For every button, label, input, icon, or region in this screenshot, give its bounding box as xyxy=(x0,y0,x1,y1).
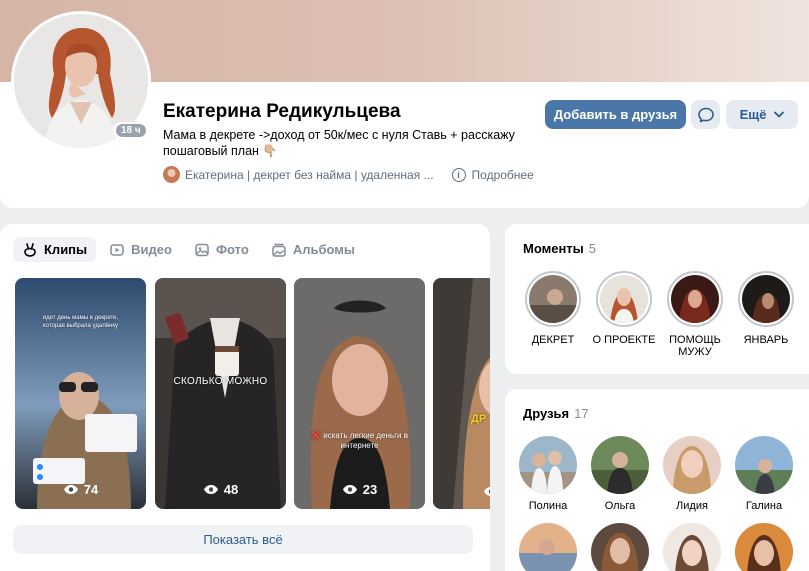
moment-item[interactable]: ПОМОЩЬ МУЖУ xyxy=(660,271,730,358)
clip-caption: ДР xyxy=(471,413,487,425)
media-tabs: Клипы Видео Фото Альбомы xyxy=(13,237,368,262)
clip-caption: идет день мамы в декрете, которая выбрал… xyxy=(42,315,119,329)
chevron-down-icon xyxy=(774,111,785,118)
moment-item[interactable]: ДЕКРЕТ xyxy=(518,271,588,346)
tab-albums[interactable]: Альбомы xyxy=(262,237,364,262)
moments-section: Моменты 5 ДЕКРЕТ О ПРОЕКТЕ ПОМОЩЬ МУЖУ ЯН… xyxy=(505,224,809,374)
friend-item[interactable] xyxy=(661,523,723,571)
friend-avatar xyxy=(519,523,577,571)
add-friend-button[interactable]: Добавить в друзья xyxy=(545,100,686,129)
moment-label: ДЕКРЕТ xyxy=(531,334,575,346)
community-avatar xyxy=(163,166,180,183)
video-icon xyxy=(110,243,124,256)
clip-views: 74 xyxy=(15,482,146,497)
friend-name: Лидия xyxy=(676,500,708,512)
clip-views: 48 xyxy=(155,482,286,497)
message-button[interactable] xyxy=(691,100,720,129)
eye-icon xyxy=(484,487,490,496)
moment-label: О ПРОЕКТЕ xyxy=(592,334,656,346)
clip-caption: ❌ искать легкие деньги в интернете xyxy=(311,431,408,450)
more-dropdown-button[interactable]: Ещё xyxy=(726,100,798,129)
online-status-badge: 18 ч xyxy=(113,122,149,139)
profile-name: Екатерина Редикульцева xyxy=(163,101,401,122)
tab-video[interactable]: Видео xyxy=(100,237,181,262)
profile-meta-row: Екатерина | декрет без найма | удаленная… xyxy=(163,166,534,183)
moments-title[interactable]: Моменты 5 xyxy=(523,241,596,256)
friend-item[interactable] xyxy=(589,523,651,571)
tab-photo[interactable]: Фото xyxy=(185,237,258,262)
albums-icon xyxy=(272,243,286,257)
friends-section: Друзья 17 Полина Ольга Лидия Галина xyxy=(505,389,809,571)
more-info-link[interactable]: Подробнее xyxy=(472,168,534,182)
clip-caption: СКОЛЬКО МОЖНО xyxy=(173,376,268,387)
clip-card[interactable]: ДР xyxy=(433,278,490,509)
status-line-1: Мама в декрете ->доход от 50к/мес с нуля… xyxy=(163,128,515,142)
friend-name: Полина xyxy=(528,500,568,512)
tab-clips[interactable]: Клипы xyxy=(13,237,97,262)
friend-item[interactable]: Галина xyxy=(733,436,795,512)
friend-item[interactable] xyxy=(733,523,795,571)
friend-avatar xyxy=(735,523,793,571)
friend-avatar xyxy=(663,523,721,571)
friends-title[interactable]: Друзья 17 xyxy=(523,406,589,421)
moment-label: ПОМОЩЬ МУЖУ xyxy=(669,334,721,358)
friend-avatar xyxy=(735,436,793,494)
clip-views: 23 xyxy=(294,482,425,497)
photo-icon xyxy=(195,243,209,256)
community-link[interactable]: Екатерина | декрет без найма | удаленная… xyxy=(185,168,434,182)
clips-carousel: идет день мамы в декрете, которая выбрал… xyxy=(15,278,490,509)
clip-card[interactable]: идет день мамы в декрете, которая выбрал… xyxy=(15,278,146,509)
friend-name: Ольга xyxy=(604,500,636,512)
friend-avatar xyxy=(591,523,649,571)
friend-avatar xyxy=(663,436,721,494)
profile-status: Мама в декрете ->доход от 50к/мес с нуля… xyxy=(163,127,523,159)
clip-views xyxy=(433,486,490,497)
friend-avatar xyxy=(591,436,649,494)
eye-icon xyxy=(63,485,78,494)
pointing-down-emoji-icon: 👇🏼 xyxy=(262,144,278,158)
moment-label: ЯНВАРЬ xyxy=(743,334,789,346)
more-button-label: Ещё xyxy=(739,107,767,122)
moments-count: 5 xyxy=(588,241,597,256)
info-icon: i xyxy=(451,167,466,182)
clips-icon xyxy=(24,242,36,257)
chat-bubble-icon xyxy=(697,107,714,122)
profile-header: 18 ч Екатерина Редикульцева Мама в декре… xyxy=(0,0,809,208)
friend-item[interactable] xyxy=(517,523,579,571)
show-all-button[interactable]: Показать всё xyxy=(13,525,473,554)
friend-avatar xyxy=(519,436,577,494)
moment-item[interactable]: О ПРОЕКТЕ xyxy=(589,271,659,346)
eye-icon xyxy=(203,485,218,494)
friend-item[interactable]: Полина xyxy=(517,436,579,512)
clip-card[interactable]: СКОЛЬКО МОЖНО 48 xyxy=(155,278,286,509)
clip-card[interactable]: ❌ искать легкие деньги в интернете 23 xyxy=(294,278,425,509)
friend-item[interactable]: Лидия xyxy=(661,436,723,512)
status-line-2: пошаговый план xyxy=(163,144,259,158)
media-section: Клипы Видео Фото Альбомы идет день мамы … xyxy=(0,224,490,571)
eye-icon xyxy=(342,485,357,494)
friend-name: Галина xyxy=(745,500,783,512)
friend-item[interactable]: Ольга xyxy=(589,436,651,512)
friends-count: 17 xyxy=(574,406,589,421)
moment-item[interactable]: ЯНВАРЬ xyxy=(731,271,801,346)
